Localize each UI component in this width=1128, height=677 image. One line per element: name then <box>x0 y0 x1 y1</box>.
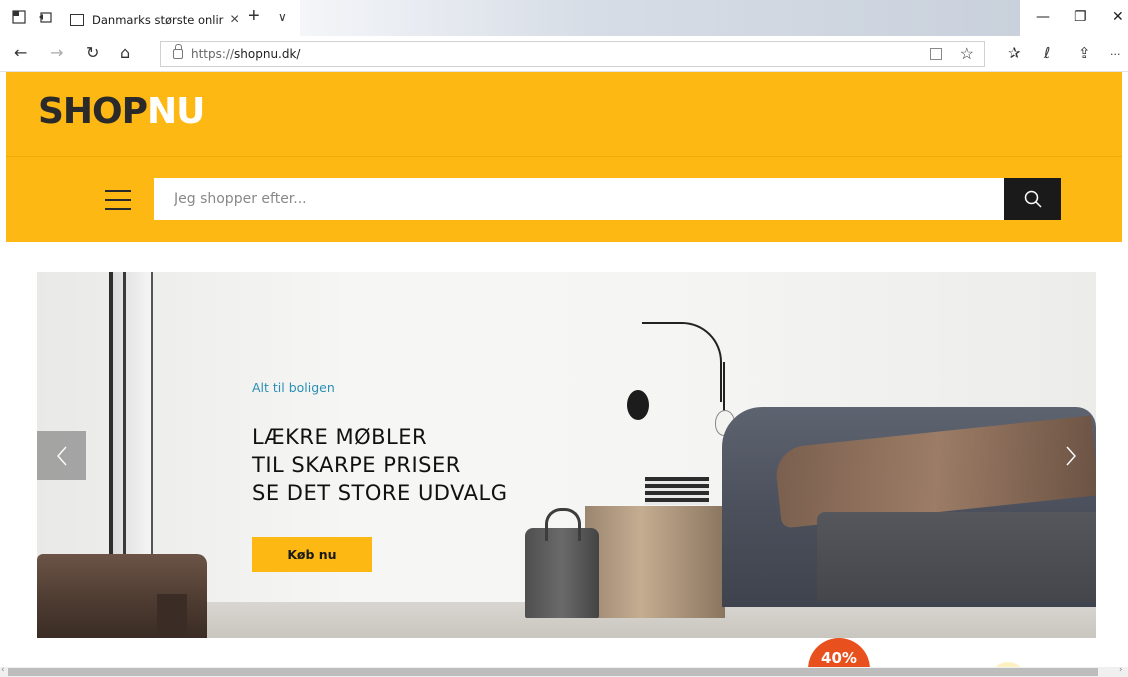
web-page: SHOPNU Jeg shopper efter... Alt til boli… <box>0 72 1128 667</box>
hero-slider: Alt til boligen LÆKRE MØBLER TIL SKARPE … <box>37 272 1096 638</box>
chevron-left-icon <box>56 446 67 465</box>
search-input[interactable] <box>154 178 1004 220</box>
page-icon <box>70 14 84 26</box>
minimize-button[interactable]: — <box>1036 9 1050 25</box>
refresh-button[interactable]: ↻ <box>86 45 99 61</box>
share-icon[interactable]: ⇪ <box>1078 44 1091 62</box>
chevron-down-icon[interactable]: ∨ <box>278 10 287 24</box>
hamburger-line <box>105 208 131 210</box>
hero-title-line: LÆKRE MØBLER <box>252 425 428 449</box>
hero-subtitle: Alt til boligen <box>252 380 335 395</box>
chevron-right-icon <box>1065 446 1076 465</box>
web-notes-icon[interactable]: ℓ <box>1044 44 1050 62</box>
favorites-hub-icon[interactable]: ✰ <box>1008 44 1021 62</box>
restore-button[interactable]: ❐ <box>1074 9 1087 25</box>
discount-badge[interactable]: 40% <box>808 638 870 667</box>
hero-books <box>645 477 709 505</box>
header-divider <box>6 156 1122 157</box>
forward-button[interactable]: → <box>50 45 63 61</box>
url-text[interactable]: https://shopnu.dk/ <box>191 47 300 61</box>
scroll-right-icon[interactable]: › <box>1119 665 1123 675</box>
horizontal-scrollbar[interactable]: ‹ › <box>0 665 1128 677</box>
slider-next-button[interactable] <box>1046 431 1095 480</box>
lock-icon[interactable] <box>173 44 183 59</box>
title-bar-drag-area[interactable] <box>300 0 1020 36</box>
back-button[interactable]: ← <box>14 45 27 61</box>
navigation-bar: ← → ↻ ⌂ https://shopnu.dk/ ☆ ✰ ℓ ⇪ ··· <box>0 36 1128 72</box>
favorite-star-icon[interactable]: ☆ <box>960 44 974 64</box>
slider-prev-button[interactable] <box>37 431 86 480</box>
hero-title: LÆKRE MØBLER TIL SKARPE PRISER SE DET ST… <box>252 423 507 507</box>
hamburger-line <box>105 190 131 192</box>
logo-shop: SHOP <box>38 91 148 132</box>
hero-lamp-plate <box>627 390 649 420</box>
logo-nu: NU <box>147 91 205 132</box>
tab-actions-icon[interactable] <box>12 10 26 24</box>
more-options-icon[interactable]: ··· <box>1110 48 1121 61</box>
hero-lamp-arm <box>642 322 722 402</box>
hamburger-line <box>105 199 131 201</box>
hero-wooden-stool <box>37 554 207 638</box>
url-host: shopnu.dk/ <box>234 47 301 61</box>
scrollbar-thumb[interactable] <box>8 668 1098 676</box>
hero-bed-frame <box>817 512 1096 602</box>
scroll-left-icon[interactable]: ‹ <box>1 665 5 675</box>
set-aside-tabs-icon[interactable] <box>38 10 52 24</box>
new-tab-button[interactable]: + <box>248 6 260 26</box>
home-button[interactable]: ⌂ <box>120 45 130 61</box>
hero-window-frame <box>109 272 153 602</box>
close-window-button[interactable]: ✕ <box>1112 9 1124 25</box>
tab-close-icon[interactable]: × <box>230 12 239 28</box>
hero-title-line: SE DET STORE UDVALG <box>252 481 508 505</box>
hero-wooden-crate <box>585 506 725 618</box>
url-protocol: https:// <box>191 47 235 61</box>
hero-title-line: TIL SKARPE PRISER <box>252 453 461 477</box>
title-bar: Danmarks største onlir × + ∨ — ❐ ✕ <box>0 0 1128 36</box>
search-icon <box>1024 190 1042 208</box>
site-logo[interactable]: SHOPNU <box>38 91 205 132</box>
hero-bag <box>525 508 599 618</box>
hamburger-menu-icon[interactable] <box>105 190 131 210</box>
browser-tab-active[interactable]: Danmarks største onlir × <box>62 4 240 36</box>
address-bar[interactable]: https://shopnu.dk/ ☆ <box>160 41 985 67</box>
buy-now-button[interactable]: Køb nu <box>252 537 372 572</box>
reading-view-icon[interactable] <box>930 48 942 60</box>
tab-title: Danmarks største onlir <box>92 13 224 27</box>
search-button[interactable] <box>1004 178 1061 220</box>
hero-text-block: Alt til boligen LÆKRE MØBLER TIL SKARPE … <box>252 380 507 507</box>
browser-window: Danmarks største onlir × + ∨ — ❐ ✕ ← → ↻… <box>0 0 1128 677</box>
site-header: SHOPNU <box>6 72 1122 242</box>
